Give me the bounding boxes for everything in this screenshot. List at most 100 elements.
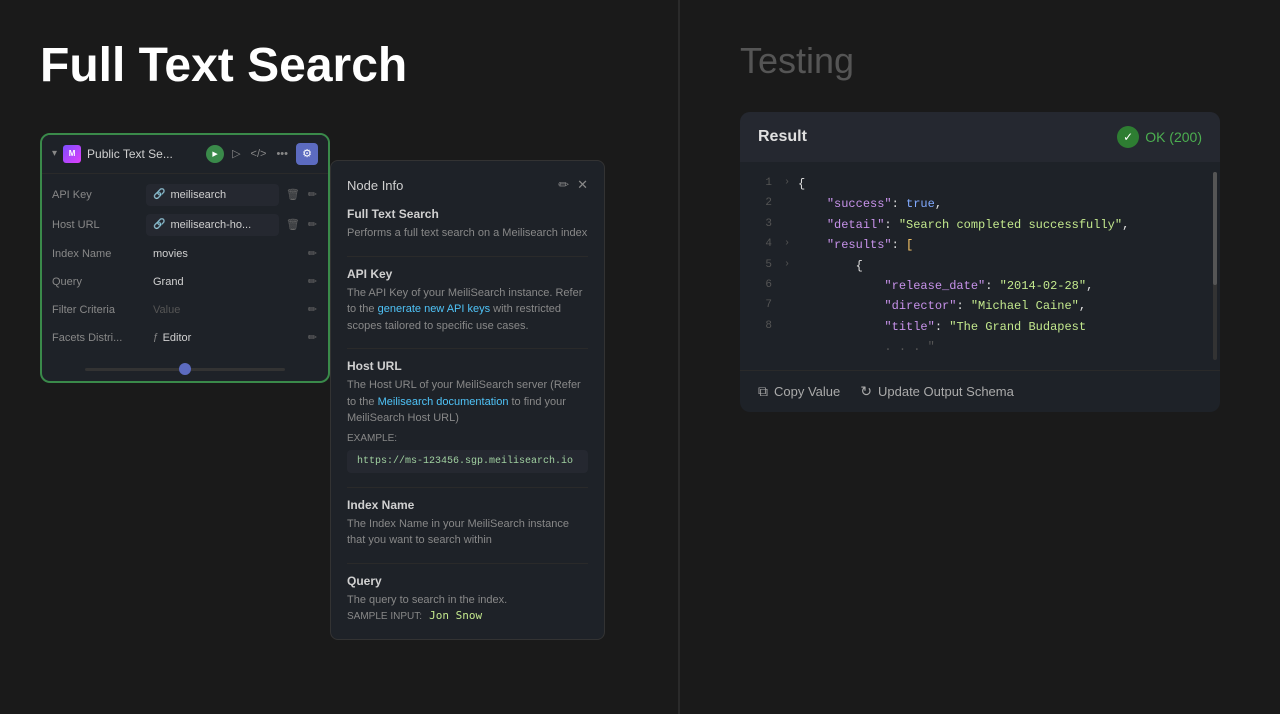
status-ok-text: OK (200) <box>1145 129 1202 145</box>
editor-label: Editor <box>163 332 192 344</box>
delete-host-url[interactable]: 🗑 <box>285 217 301 232</box>
info-divider-5 <box>347 639 588 640</box>
collapse-icon: ▾ <box>52 148 57 159</box>
info-main-title: Full Text Search <box>347 207 588 221</box>
info-section-host-url: Host URL The Host URL of your MeiliSearc… <box>347 359 588 473</box>
left-panel: Full Text Search ▾ M Public Text Se... ▷… <box>0 0 680 714</box>
delete-api-key[interactable]: 🗑 <box>285 187 301 202</box>
field-row-host-url: Host URL 🔗 meilisearch-ho... 🗑 ✏ <box>42 210 328 240</box>
info-section-query: Query The query to search in the index. … <box>347 574 588 625</box>
info-divider-1 <box>347 256 588 257</box>
index-name-value: movies <box>146 245 301 263</box>
node-info-header: Node Info ✏ ✕ <box>347 177 588 193</box>
node-title: Public Text Se... <box>87 147 200 161</box>
settings-button[interactable]: ⚙ <box>296 143 318 165</box>
info-section-main: Full Text Search Performs a full text se… <box>347 207 588 242</box>
node-card: ▾ M Public Text Se... ▷ </> ••• ⚙ API Ke… <box>40 133 330 383</box>
field-row-facets: Facets Distri... ƒ Editor ✏ <box>42 324 328 352</box>
update-schema-button[interactable]: ↻ Update Output Schema <box>860 383 1014 400</box>
field-label-index-name: Index Name <box>52 248 140 260</box>
host-url-value: meilisearch-ho... <box>170 219 251 231</box>
refresh-icon: ↻ <box>860 383 872 400</box>
result-scrollbar[interactable] <box>1213 172 1217 360</box>
edit-index-name[interactable]: ✏ <box>307 246 318 261</box>
code-content-2: "success": true, <box>798 194 1212 214</box>
edit-node-info-btn[interactable]: ✏ <box>558 177 569 193</box>
field-row-query: Query Grand ✏ <box>42 268 328 296</box>
api-key-value: meilisearch <box>170 189 226 201</box>
scrollbar-thumb <box>1213 172 1217 285</box>
field-label-query: Query <box>52 276 140 288</box>
more-button[interactable]: ••• <box>274 146 290 162</box>
info-query-title: Query <box>347 574 588 588</box>
info-api-title: API Key <box>347 267 588 281</box>
code-line-5: 5 › { <box>740 256 1220 276</box>
field-label-filter: Filter Criteria <box>52 304 140 316</box>
code-line-1: 1 › { <box>740 174 1220 194</box>
line-num-2: 2 <box>748 194 772 213</box>
field-value-host-url[interactable]: 🔗 meilisearch-ho... <box>146 214 279 236</box>
info-section-index: Index Name The Index Name in your MeiliS… <box>347 498 588 549</box>
field-label-facets: Facets Distri... <box>52 332 140 344</box>
close-node-info-btn[interactable]: ✕ <box>577 177 588 193</box>
line-num-6: 6 <box>748 276 772 295</box>
copy-value-button[interactable]: ⧉ Copy Value <box>758 383 840 400</box>
code-content-9: . . . " <box>798 337 1212 357</box>
field-row-api-key: API Key 🔗 meilisearch 🗑 ✏ <box>42 180 328 210</box>
play-button[interactable]: ▷ <box>230 145 242 162</box>
code-content-7: "director": "Michael Caine", <box>798 296 1212 316</box>
edit-host-url[interactable]: ✏ <box>307 217 318 232</box>
edit-facets[interactable]: ✏ <box>307 330 318 345</box>
example-label: EXAMPLE: <box>347 433 588 444</box>
node-header-actions: ▷ </> ••• ⚙ <box>206 143 318 165</box>
update-btn-label: Update Output Schema <box>878 384 1014 399</box>
filter-value: Value <box>146 301 301 319</box>
code-content-8: "title": "The Grand Budapest <box>798 317 1212 337</box>
result-footer: ⧉ Copy Value ↻ Update Output Schema <box>740 370 1220 412</box>
edit-filter[interactable]: ✏ <box>307 302 318 317</box>
host-url-example: https://ms-123456.sgp.meilisearch.io <box>347 450 588 473</box>
link-icon-api: 🔗 <box>153 189 165 200</box>
line-chevron-5: › <box>784 256 796 273</box>
line-chevron-1: › <box>784 174 796 191</box>
code-line-2: 2 "success": true, <box>740 194 1220 214</box>
node-footer <box>42 358 328 381</box>
field-value-api-key[interactable]: 🔗 meilisearch <box>146 184 279 206</box>
slider-thumb[interactable] <box>179 363 191 375</box>
edit-api-key[interactable]: ✏ <box>307 187 318 202</box>
info-api-desc: The API Key of your MeiliSearch instance… <box>347 285 588 335</box>
code-content-6: "release_date": "2014-02-28", <box>798 276 1212 296</box>
info-index-title: Index Name <box>347 498 588 512</box>
result-scroll-area: 1 › { 2 "success": true, 3 "detail" <box>740 162 1220 370</box>
testing-title: Testing <box>740 40 1240 82</box>
info-query-desc-text: The query to search in the index. <box>347 594 507 606</box>
info-section-api-key: API Key The API Key of your MeiliSearch … <box>347 267 588 335</box>
slider-track[interactable] <box>85 368 285 371</box>
facets-editor[interactable]: ƒ Editor <box>146 329 301 347</box>
info-main-desc: Performs a full text search on a Meilise… <box>347 225 588 242</box>
line-num-5: 5 <box>748 256 772 275</box>
generate-api-keys-link[interactable]: generate new API keys <box>378 303 494 315</box>
right-panel: Testing Result ✓ OK (200) 1 › { 2 <box>680 0 1280 714</box>
run-button[interactable] <box>206 145 224 163</box>
meilisearch-docs-link[interactable]: Meilisearch documentation <box>378 396 512 408</box>
code-line-8: 8 "title": "The Grand Budapest <box>740 317 1220 337</box>
info-divider-2 <box>347 348 588 349</box>
node-info-panel: Node Info ✏ ✕ Full Text Search Performs … <box>330 160 605 640</box>
code-content-1: { <box>798 174 1212 194</box>
result-header: Result ✓ OK (200) <box>740 112 1220 162</box>
code-content-5: { <box>798 256 1212 276</box>
formula-icon: ƒ <box>153 332 159 343</box>
result-title: Result <box>758 128 807 146</box>
edit-query[interactable]: ✏ <box>307 274 318 289</box>
code-button[interactable]: </> <box>249 146 269 162</box>
line-num-8: 8 <box>748 317 772 336</box>
code-line-9: . . . " <box>740 337 1220 357</box>
link-icon-host: 🔗 <box>153 219 165 230</box>
status-ok-icon: ✓ <box>1117 126 1139 148</box>
code-line-7: 7 "director": "Michael Caine", <box>740 296 1220 316</box>
code-line-3: 3 "detail": "Search completed successful… <box>740 215 1220 235</box>
code-content-3: "detail": "Search completed successfully… <box>798 215 1212 235</box>
info-divider-3 <box>347 487 588 488</box>
code-line-4: 4 › "results": [ <box>740 235 1220 255</box>
